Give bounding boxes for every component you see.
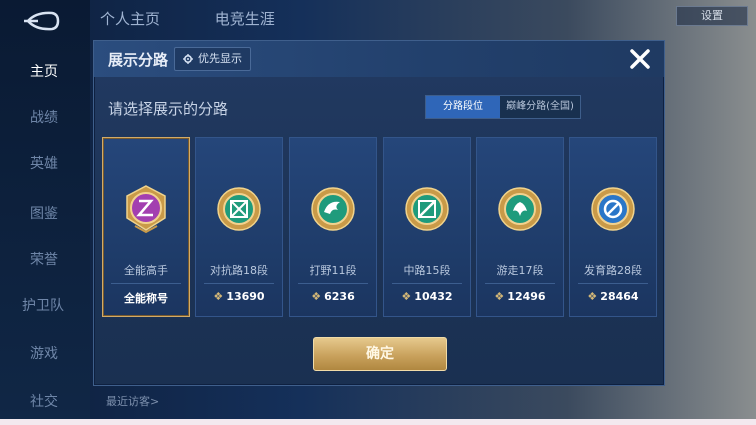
all-round-emblem-icon bbox=[126, 185, 166, 234]
settings-button[interactable]: 设置 bbox=[676, 6, 748, 26]
card-divider bbox=[392, 283, 462, 284]
close-icon[interactable] bbox=[624, 43, 656, 75]
sidebar-item-honor[interactable]: 荣誉 bbox=[0, 240, 90, 280]
points-icon: ❖ bbox=[494, 290, 505, 303]
card-divider bbox=[204, 283, 274, 284]
points-icon: ❖ bbox=[401, 290, 412, 303]
sidebar-item-games[interactable]: 游戏 bbox=[0, 334, 90, 374]
lane-card-score: ❖ 12496 bbox=[494, 290, 546, 303]
lane-card-score: ❖ 6236 bbox=[311, 290, 355, 303]
lane-card-name: 对抗路18段 bbox=[210, 264, 268, 277]
lane-card-roam[interactable]: 游走17段 ❖ 12496 bbox=[476, 137, 564, 317]
sidebar-item-record[interactable]: 战绩 bbox=[0, 98, 90, 138]
lane-type-toggle: 分路段位 巅峰分路(全国) bbox=[425, 95, 581, 119]
mid-lane-emblem-icon bbox=[405, 187, 449, 231]
sidebar-item-social[interactable]: 社交 bbox=[0, 382, 90, 422]
roam-emblem-icon bbox=[498, 187, 542, 231]
sidebar-item-codex[interactable]: 图鉴 bbox=[0, 194, 90, 234]
lane-card-name: 中路15段 bbox=[403, 264, 451, 277]
lane-card-mid[interactable]: 中路15段 ❖ 10432 bbox=[383, 137, 471, 317]
gear-icon bbox=[183, 54, 193, 64]
points-icon: ❖ bbox=[311, 290, 322, 303]
points-icon: ❖ bbox=[213, 290, 224, 303]
bottom-strip bbox=[0, 419, 756, 425]
card-divider bbox=[111, 283, 181, 284]
dialog-title: 展示分路 bbox=[108, 51, 169, 69]
lane-card-score: ❖ 10432 bbox=[401, 290, 453, 303]
sidebar-item-heroes[interactable]: 英雄 bbox=[0, 144, 90, 184]
top-tabs: 个人主页 电竞生涯 bbox=[100, 8, 325, 29]
farm-lane-emblem-icon bbox=[591, 187, 635, 231]
points-icon: ❖ bbox=[587, 290, 598, 303]
card-divider bbox=[485, 283, 555, 284]
lane-card-name: 全能高手 bbox=[124, 264, 168, 277]
lane-card-all-round[interactable]: 全能高手 全能称号 bbox=[102, 137, 190, 317]
lane-card-jungle[interactable]: 打野11段 ❖ 6236 bbox=[289, 137, 377, 317]
lane-card-score: ❖ 28464 bbox=[587, 290, 639, 303]
card-divider bbox=[578, 283, 648, 284]
jungle-emblem-icon bbox=[311, 187, 355, 231]
priority-display-label: 优先显示 bbox=[198, 52, 242, 65]
recent-visitors-label[interactable]: 最近访客> bbox=[106, 393, 159, 409]
lane-card-name: 打野11段 bbox=[309, 264, 357, 277]
tab-profile[interactable]: 个人主页 bbox=[100, 10, 160, 28]
segment-peak-lane[interactable]: 巅峰分路(全国) bbox=[500, 96, 580, 118]
lane-card-score: ❖ 13690 bbox=[213, 290, 265, 303]
tab-esports[interactable]: 电竞生涯 bbox=[215, 10, 275, 28]
lane-card-score: 全能称号 bbox=[124, 292, 168, 305]
segment-lane-rank[interactable]: 分路段位 bbox=[426, 96, 500, 118]
card-divider bbox=[298, 283, 368, 284]
clash-lane-emblem-icon bbox=[217, 187, 261, 231]
lane-select-prompt: 请选择展示的分路 bbox=[108, 100, 229, 118]
sidebar: 主页 战绩 英雄 图鉴 荣誉 护卫队 游戏 社交 bbox=[0, 0, 90, 425]
lane-card-farm[interactable]: 发育路28段 ❖ 28464 bbox=[569, 137, 657, 317]
lane-card-name: 发育路28段 bbox=[584, 264, 642, 277]
dialog-header: 展示分路 优先显示 bbox=[94, 41, 664, 77]
lane-card-name: 游走17段 bbox=[496, 264, 544, 277]
lane-display-dialog: 展示分路 优先显示 请选择展示的分路 分路段位 巅峰分路(全国) 全能高手 全能… bbox=[93, 40, 665, 386]
sidebar-item-home[interactable]: 主页 bbox=[0, 52, 90, 92]
lane-card-clash[interactable]: 对抗路18段 ❖ 13690 bbox=[195, 137, 283, 317]
sidebar-item-guard[interactable]: 护卫队 bbox=[0, 286, 90, 326]
priority-display-button[interactable]: 优先显示 bbox=[174, 47, 251, 71]
confirm-button[interactable]: 确定 bbox=[313, 337, 447, 371]
back-icon[interactable] bbox=[22, 10, 62, 32]
